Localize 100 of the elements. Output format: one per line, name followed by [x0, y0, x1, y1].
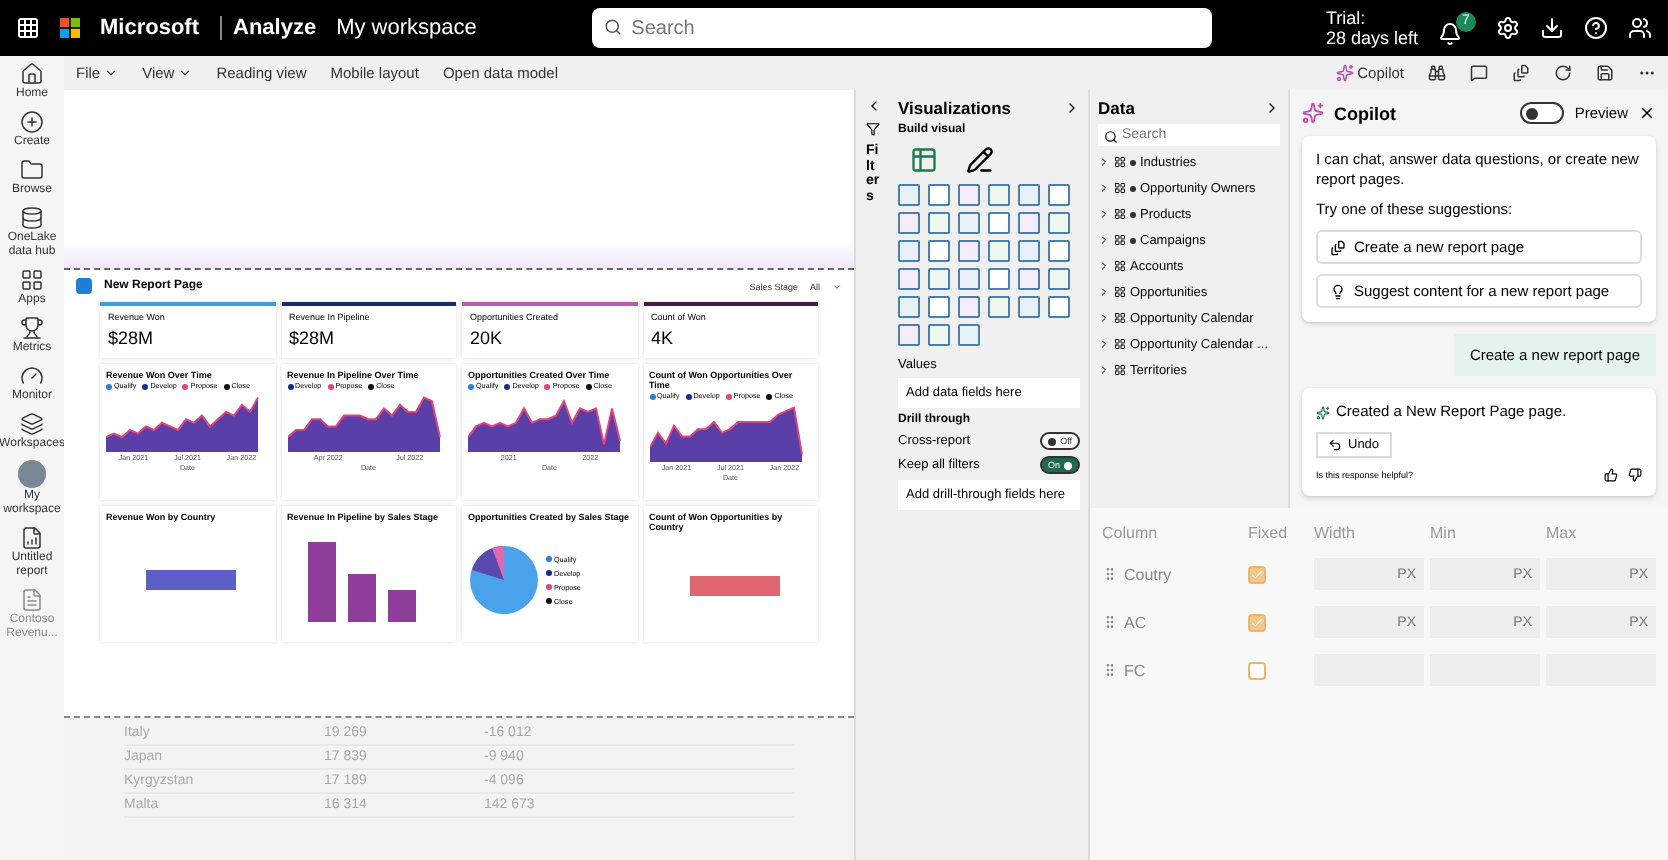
save-icon[interactable]: [1596, 64, 1614, 82]
visual-type-icon[interactable]: [1048, 240, 1070, 262]
visual-type-icon[interactable]: [928, 296, 950, 318]
expand-icon[interactable]: [1264, 100, 1280, 116]
column-header: Column: [1102, 524, 1160, 542]
people-icon[interactable]: [1628, 16, 1652, 40]
visual-type-icon[interactable]: [928, 212, 950, 234]
kpi-value: 20K: [470, 328, 505, 348]
workspace-name[interactable]: My workspace: [336, 16, 477, 40]
layers-icon: [20, 412, 44, 436]
table-icon: [1114, 338, 1126, 350]
drag-handle-icon[interactable]: [1102, 614, 1118, 630]
visual-type-icon[interactable]: [898, 212, 920, 234]
table-icon: [1114, 260, 1126, 272]
visual-type-icon[interactable]: [958, 212, 980, 234]
visual-type-icon[interactable]: [898, 184, 920, 206]
download-icon[interactable]: [1540, 16, 1564, 40]
app-launcher-icon[interactable]: [16, 16, 40, 40]
close-icon[interactable]: [1638, 104, 1656, 122]
visual-type-icon[interactable]: [988, 212, 1010, 234]
chevron-right-icon: [1098, 286, 1110, 298]
lightbulb-icon: [1330, 283, 1346, 299]
visual-type-icon[interactable]: [958, 240, 980, 262]
database-icon: [20, 206, 44, 230]
settings-icon[interactable]: [1496, 16, 1520, 40]
chevron-right-icon: [1098, 364, 1110, 376]
visual-type-icon[interactable]: [958, 268, 980, 290]
panel-title: Copilot: [1334, 103, 1396, 123]
kpi-value: $28M: [108, 328, 156, 348]
chevron-right-icon: [1098, 312, 1110, 324]
column-header: Width: [1314, 524, 1357, 542]
table-cell: FC: [1124, 661, 1146, 679]
visual-type-icon[interactable]: [988, 296, 1010, 318]
comment-icon[interactable]: [1470, 64, 1488, 82]
visual-type-icon[interactable]: [1048, 296, 1070, 318]
visual-type-icon[interactable]: [1018, 296, 1040, 318]
visual-type-icon[interactable]: [988, 268, 1010, 290]
checkbox[interactable]: [1248, 613, 1266, 631]
visual-type-icon[interactable]: [1018, 184, 1040, 206]
visual-type-icon[interactable]: [958, 184, 980, 206]
trial-status: Trial: 28 days left: [1325, 8, 1418, 48]
sparkle-icon: [1316, 405, 1330, 419]
help-icon[interactable]: [1584, 16, 1608, 40]
visual-type-icon[interactable]: [988, 240, 1010, 262]
binoculars-icon[interactable]: [1428, 64, 1446, 82]
visual-type-icon[interactable]: [988, 184, 1010, 206]
copilot-logo-icon: [1302, 102, 1324, 124]
visual-type-icon[interactable]: [898, 324, 920, 346]
visual-type-icon[interactable]: [898, 240, 920, 262]
checkbox[interactable]: [1248, 565, 1266, 583]
table-icon: [1114, 208, 1126, 220]
column-header: Max: [1546, 524, 1579, 542]
preview-toggle[interactable]: [1520, 102, 1565, 124]
table-icon: [1114, 312, 1126, 324]
format-visual-icon[interactable]: [966, 146, 994, 174]
visual-type-icon[interactable]: [1018, 268, 1040, 290]
search-field[interactable]: Search: [591, 8, 1212, 48]
refresh-icon[interactable]: [1554, 64, 1572, 82]
folder-icon: [20, 158, 44, 182]
chevron-right-icon: [1098, 156, 1110, 168]
pages-icon: [1330, 239, 1346, 255]
visual-type-icon[interactable]: [1048, 268, 1070, 290]
visual-type-icon[interactable]: [928, 324, 950, 346]
visual-type-icon[interactable]: [1018, 212, 1040, 234]
kpi-value: $28M: [289, 328, 337, 348]
visual-type-icon[interactable]: [958, 324, 980, 346]
table-cell: AC: [1124, 613, 1147, 631]
logo-icon: [60, 18, 80, 38]
visual-type-icon[interactable]: [1048, 184, 1070, 206]
table-icon: [1114, 286, 1126, 298]
table-visual-icon[interactable]: [910, 146, 938, 174]
panel-title: Visualizations: [898, 98, 1012, 118]
chevron-down-icon: [178, 66, 193, 80]
visual-type-icon[interactable]: [958, 296, 980, 318]
table-icon: [1114, 234, 1126, 246]
dot-icon: [1130, 211, 1136, 217]
dot-icon: [1130, 237, 1136, 243]
column-header: Min: [1430, 524, 1458, 542]
chevron-right-icon: [1098, 208, 1110, 220]
app-name: Analyze: [219, 16, 317, 40]
drag-handle-icon[interactable]: [1102, 662, 1118, 678]
visual-type-icon[interactable]: [898, 268, 920, 290]
chevron-right-icon: [1098, 338, 1110, 350]
visual-type-icon[interactable]: [1048, 212, 1070, 234]
grid-icon: [20, 268, 44, 292]
expand-icon[interactable]: [1064, 100, 1080, 116]
visual-type-icon[interactable]: [928, 184, 950, 206]
search-icon: [603, 18, 622, 36]
visual-type-icon[interactable]: [928, 240, 950, 262]
visual-type-icon[interactable]: [1018, 240, 1040, 262]
checkbox[interactable]: [1248, 661, 1266, 679]
avatar-icon: [18, 460, 46, 488]
table-icon: [1114, 364, 1126, 376]
thumbs-up-icon[interactable]: [1604, 468, 1618, 482]
drag-handle-icon[interactable]: [1102, 566, 1118, 582]
visual-type-icon[interactable]: [898, 296, 920, 318]
thumbs-down-icon[interactable]: [1628, 468, 1642, 482]
visual-type-icon[interactable]: [928, 268, 950, 290]
home-icon: [20, 62, 44, 86]
pages-icon[interactable]: [1512, 64, 1530, 82]
